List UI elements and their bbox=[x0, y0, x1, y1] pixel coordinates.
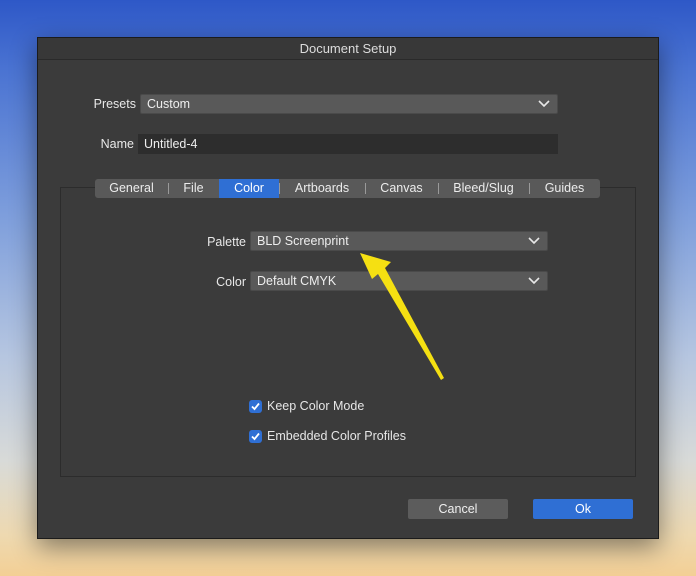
ok-button[interactable]: Ok bbox=[533, 499, 633, 519]
presets-label: Presets bbox=[93, 97, 136, 111]
presets-dropdown[interactable]: Custom bbox=[140, 94, 558, 114]
keep-color-mode-row[interactable]: Keep Color Mode bbox=[249, 399, 364, 413]
tab-file[interactable]: File bbox=[168, 179, 219, 198]
palette-value: BLD Screenprint bbox=[257, 234, 349, 248]
checkmark-icon bbox=[251, 402, 260, 410]
dialog-title: Document Setup bbox=[38, 38, 658, 60]
color-dropdown[interactable]: Default CMYK bbox=[250, 271, 548, 291]
tab-bleed-slug[interactable]: Bleed/Slug bbox=[438, 179, 529, 198]
name-input[interactable]: Untitled-4 bbox=[138, 134, 558, 154]
embedded-profiles-row[interactable]: Embedded Color Profiles bbox=[249, 429, 406, 443]
tab-general[interactable]: General bbox=[95, 179, 168, 198]
keep-color-mode-checkbox[interactable] bbox=[249, 399, 262, 413]
document-setup-dialog: Document Setup Presets Custom Name Untit… bbox=[37, 37, 659, 539]
tab-canvas[interactable]: Canvas bbox=[365, 179, 438, 198]
embedded-profiles-checkbox[interactable] bbox=[249, 429, 262, 443]
chevron-down-icon bbox=[538, 100, 550, 108]
tab-artboards[interactable]: Artboards bbox=[279, 179, 365, 198]
palette-dropdown[interactable]: BLD Screenprint bbox=[250, 231, 548, 251]
chevron-down-icon bbox=[528, 277, 540, 285]
checkmark-icon bbox=[251, 432, 260, 440]
tab-bar: General File Color Artboards Canvas Blee… bbox=[95, 179, 600, 198]
presets-value: Custom bbox=[147, 97, 191, 111]
cancel-button[interactable]: Cancel bbox=[408, 499, 508, 519]
name-label: Name bbox=[100, 137, 134, 151]
keep-color-mode-label: Keep Color Mode bbox=[267, 399, 365, 413]
color-value: Default CMYK bbox=[257, 274, 337, 288]
chevron-down-icon bbox=[528, 237, 540, 245]
embedded-profiles-label: Embedded Color Profiles bbox=[267, 429, 406, 443]
tab-color[interactable]: Color bbox=[219, 179, 279, 198]
palette-label: Palette bbox=[207, 235, 246, 249]
color-label: Color bbox=[216, 275, 246, 289]
tab-guides[interactable]: Guides bbox=[529, 179, 600, 198]
